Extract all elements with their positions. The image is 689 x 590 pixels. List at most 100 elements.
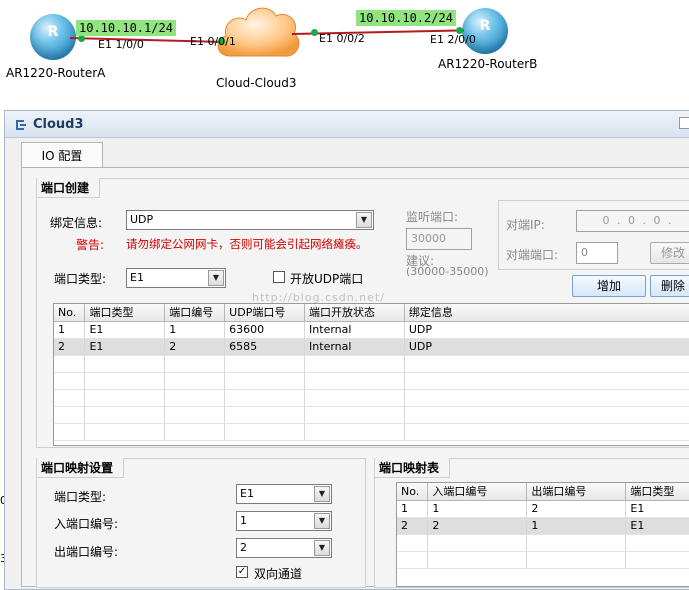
router-a-ip-label: 10.10.10.1/24 [76,20,176,36]
column-header[interactable]: 端口开放状态 [304,304,405,322]
table-cell: 1 [427,500,528,518]
listen-port-label: 监听端口: [406,210,459,224]
warning-label: 警告: [76,238,105,252]
bind-info-label: 绑定信息: [50,216,103,230]
map-port-type-select[interactable]: E1 ▼ [236,484,332,504]
map-port-type-value: E1 [240,487,254,500]
router-a-name: AR1220-RouterA [6,66,106,80]
table-cell: E1 [625,500,689,518]
cloud-icon[interactable] [212,0,302,66]
peer-ip-input[interactable]: 0 . 0 . 0 . [576,210,689,232]
table-cell: 1 [397,500,429,518]
port-dot [311,29,318,36]
table-cell: 2 [54,338,86,356]
table-cell: 1 [54,321,86,339]
map-port-type-label: 端口类型: [54,490,107,504]
table-cell: E1 [625,517,689,535]
port-table-grid: No. 端口类型 端口编号 UDP端口号 端口开放状态 绑定信息 1 E1 1 … [54,304,689,441]
bidirectional-checkbox[interactable]: ✓ [236,566,248,578]
router-a-port-label: E1 1/0/0 [98,38,144,51]
table-cell: Internal [304,321,405,339]
open-udp-checkbox[interactable] [273,271,285,283]
port-table: No. 端口类型 端口编号 UDP端口号 端口开放状态 绑定信息 1 E1 1 … [53,303,689,446]
in-port-value: 1 [240,514,247,527]
modify-button[interactable]: 修改 [650,242,689,264]
window-titlebar[interactable]: Cloud3 [5,111,689,138]
warning-text: 请勿绑定公网网卡，否则可能会引起网络瘫痪。 [126,237,368,251]
table-row[interactable]: 2 E1 2 6585 Internal UDP [54,338,689,356]
port-type-label: 端口类型: [54,272,107,286]
mapping-table-grid: No. 入端口编号 出端口编号 端口类型 1 1 2 E1 2 2 1 E1 [397,483,689,569]
table-cell: 1 [526,517,627,535]
empty-row [54,389,689,407]
out-port-select[interactable]: 2 ▼ [236,538,332,558]
table-cell: 2 [526,500,627,518]
column-header[interactable]: 端口类型 [625,483,689,501]
table-cell: 63600 [224,321,306,339]
in-port-label: 入端口编号: [54,517,119,531]
table-cell: 2 [397,517,429,535]
mapping-table-header: No. 入端口编号 出端口编号 端口类型 [397,483,689,501]
cloud-left-port-label: E1 0/0/1 [190,35,236,48]
port-type-value: E1 [130,271,144,284]
router-b-name: AR1220-RouterB [438,57,538,71]
table-row[interactable]: 2 2 1 E1 [397,517,689,535]
out-port-value: 2 [240,541,247,554]
empty-row [54,355,689,373]
column-header[interactable]: 端口类型 [84,304,166,322]
chevron-down-icon: ▼ [314,540,330,556]
column-header[interactable]: No. [54,304,86,322]
table-cell: 1 [164,321,226,339]
delete-button[interactable]: 删除 [650,275,689,297]
column-header[interactable]: 入端口编号 [427,483,528,501]
chevron-down-icon: ▼ [314,513,330,529]
watermark-text: http://blog.csdn.net/ [252,291,385,304]
table-cell: E1 [84,338,166,356]
cloud-right-port-label: E1 0/0/2 [319,32,365,45]
add-button[interactable]: 增加 [572,275,646,297]
table-cell: 2 [427,517,528,535]
window-title: Cloud3 [33,117,84,132]
bind-info-value: UDP [130,213,154,226]
peer-port-input[interactable]: 0 [576,242,618,264]
chevron-down-icon: ▼ [314,486,330,502]
bidirectional-label: 双向通道 [254,567,303,581]
mapping-table: No. 入端口编号 出端口编号 端口类型 1 1 2 E1 2 2 1 E1 [396,482,689,587]
column-header[interactable]: UDP端口号 [224,304,306,322]
port-type-select[interactable]: E1 ▼ [126,268,226,288]
bind-info-select[interactable]: UDP ▼ [126,210,374,230]
router-letter: R [479,18,491,34]
empty-row [54,406,689,424]
column-header[interactable]: 绑定信息 [404,304,689,322]
column-header[interactable]: 出端口编号 [526,483,627,501]
router-b-icon[interactable]: R [462,8,508,54]
chevron-down-icon: ▼ [208,270,224,286]
empty-row [397,551,689,569]
in-port-select[interactable]: 1 ▼ [236,511,332,531]
empty-row [397,534,689,552]
router-b-ip-label: 10.10.10.2/24 [356,10,456,26]
listen-port-input[interactable]: 30000 [406,228,472,250]
table-row[interactable]: 1 1 2 E1 [397,500,689,518]
table-cell: UDP [404,321,689,339]
peer-port-label: 对端端口: [506,248,559,262]
mapping-settings-title: 端口映射设置 [37,458,125,478]
column-header[interactable]: 端口编号 [164,304,226,322]
router-b-port-label: E1 2/0/0 [430,33,476,46]
open-udp-label: 开放UDP端口 [290,272,364,286]
window-close-icon[interactable] [679,117,689,129]
table-row[interactable]: 1 E1 1 63600 Internal UDP [54,321,689,339]
chevron-down-icon: ▼ [356,212,372,228]
port-create-title: 端口创建 [37,178,101,198]
table-cell: E1 [84,321,166,339]
empty-row [54,372,689,390]
table-cell: 6585 [224,338,306,356]
port-dot [78,35,85,42]
mapping-table-title: 端口映射表 [375,458,451,478]
peer-ip-label: 对端IP: [506,218,545,232]
table-cell: 2 [164,338,226,356]
cloud-name: Cloud-Cloud3 [216,76,297,90]
tab-io-config[interactable]: IO 配置 [21,142,103,168]
column-header[interactable]: No. [397,483,429,501]
out-port-label: 出端口编号: [54,545,119,559]
